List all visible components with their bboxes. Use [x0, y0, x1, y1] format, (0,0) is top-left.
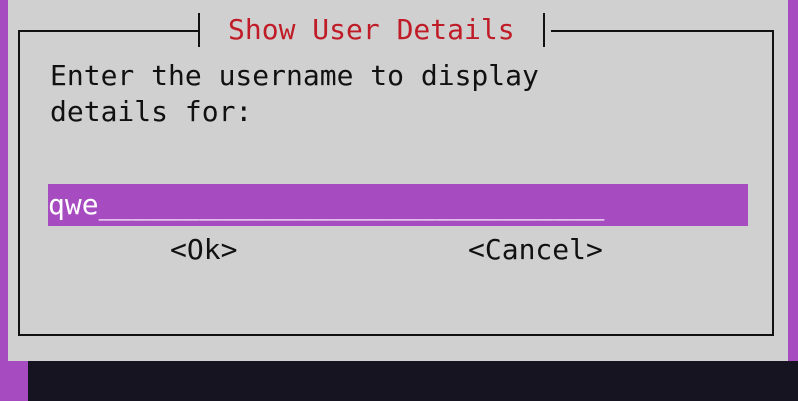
cancel-button[interactable]: <Cancel> — [468, 232, 603, 268]
prompt-line-2: details for: — [50, 95, 253, 128]
username-value: qwe — [48, 188, 99, 221]
dialog-title-bar: Show User Details — [198, 8, 551, 52]
prompt-line-1: Enter the username to display — [50, 59, 539, 92]
username-input-fill: ______________________________ — [98, 188, 605, 221]
show-user-details-dialog: Show User Details Enter the username to … — [8, 0, 788, 361]
title-right-border — [542, 13, 545, 47]
terminal-background — [28, 361, 798, 401]
dialog-title: Show User Details — [228, 13, 515, 46]
ok-button[interactable]: <Ok> — [170, 232, 237, 268]
username-input[interactable]: qwe______________________________ — [48, 184, 748, 226]
title-left-border — [198, 13, 200, 47]
username-prompt: Enter the username to display details fo… — [50, 58, 690, 130]
